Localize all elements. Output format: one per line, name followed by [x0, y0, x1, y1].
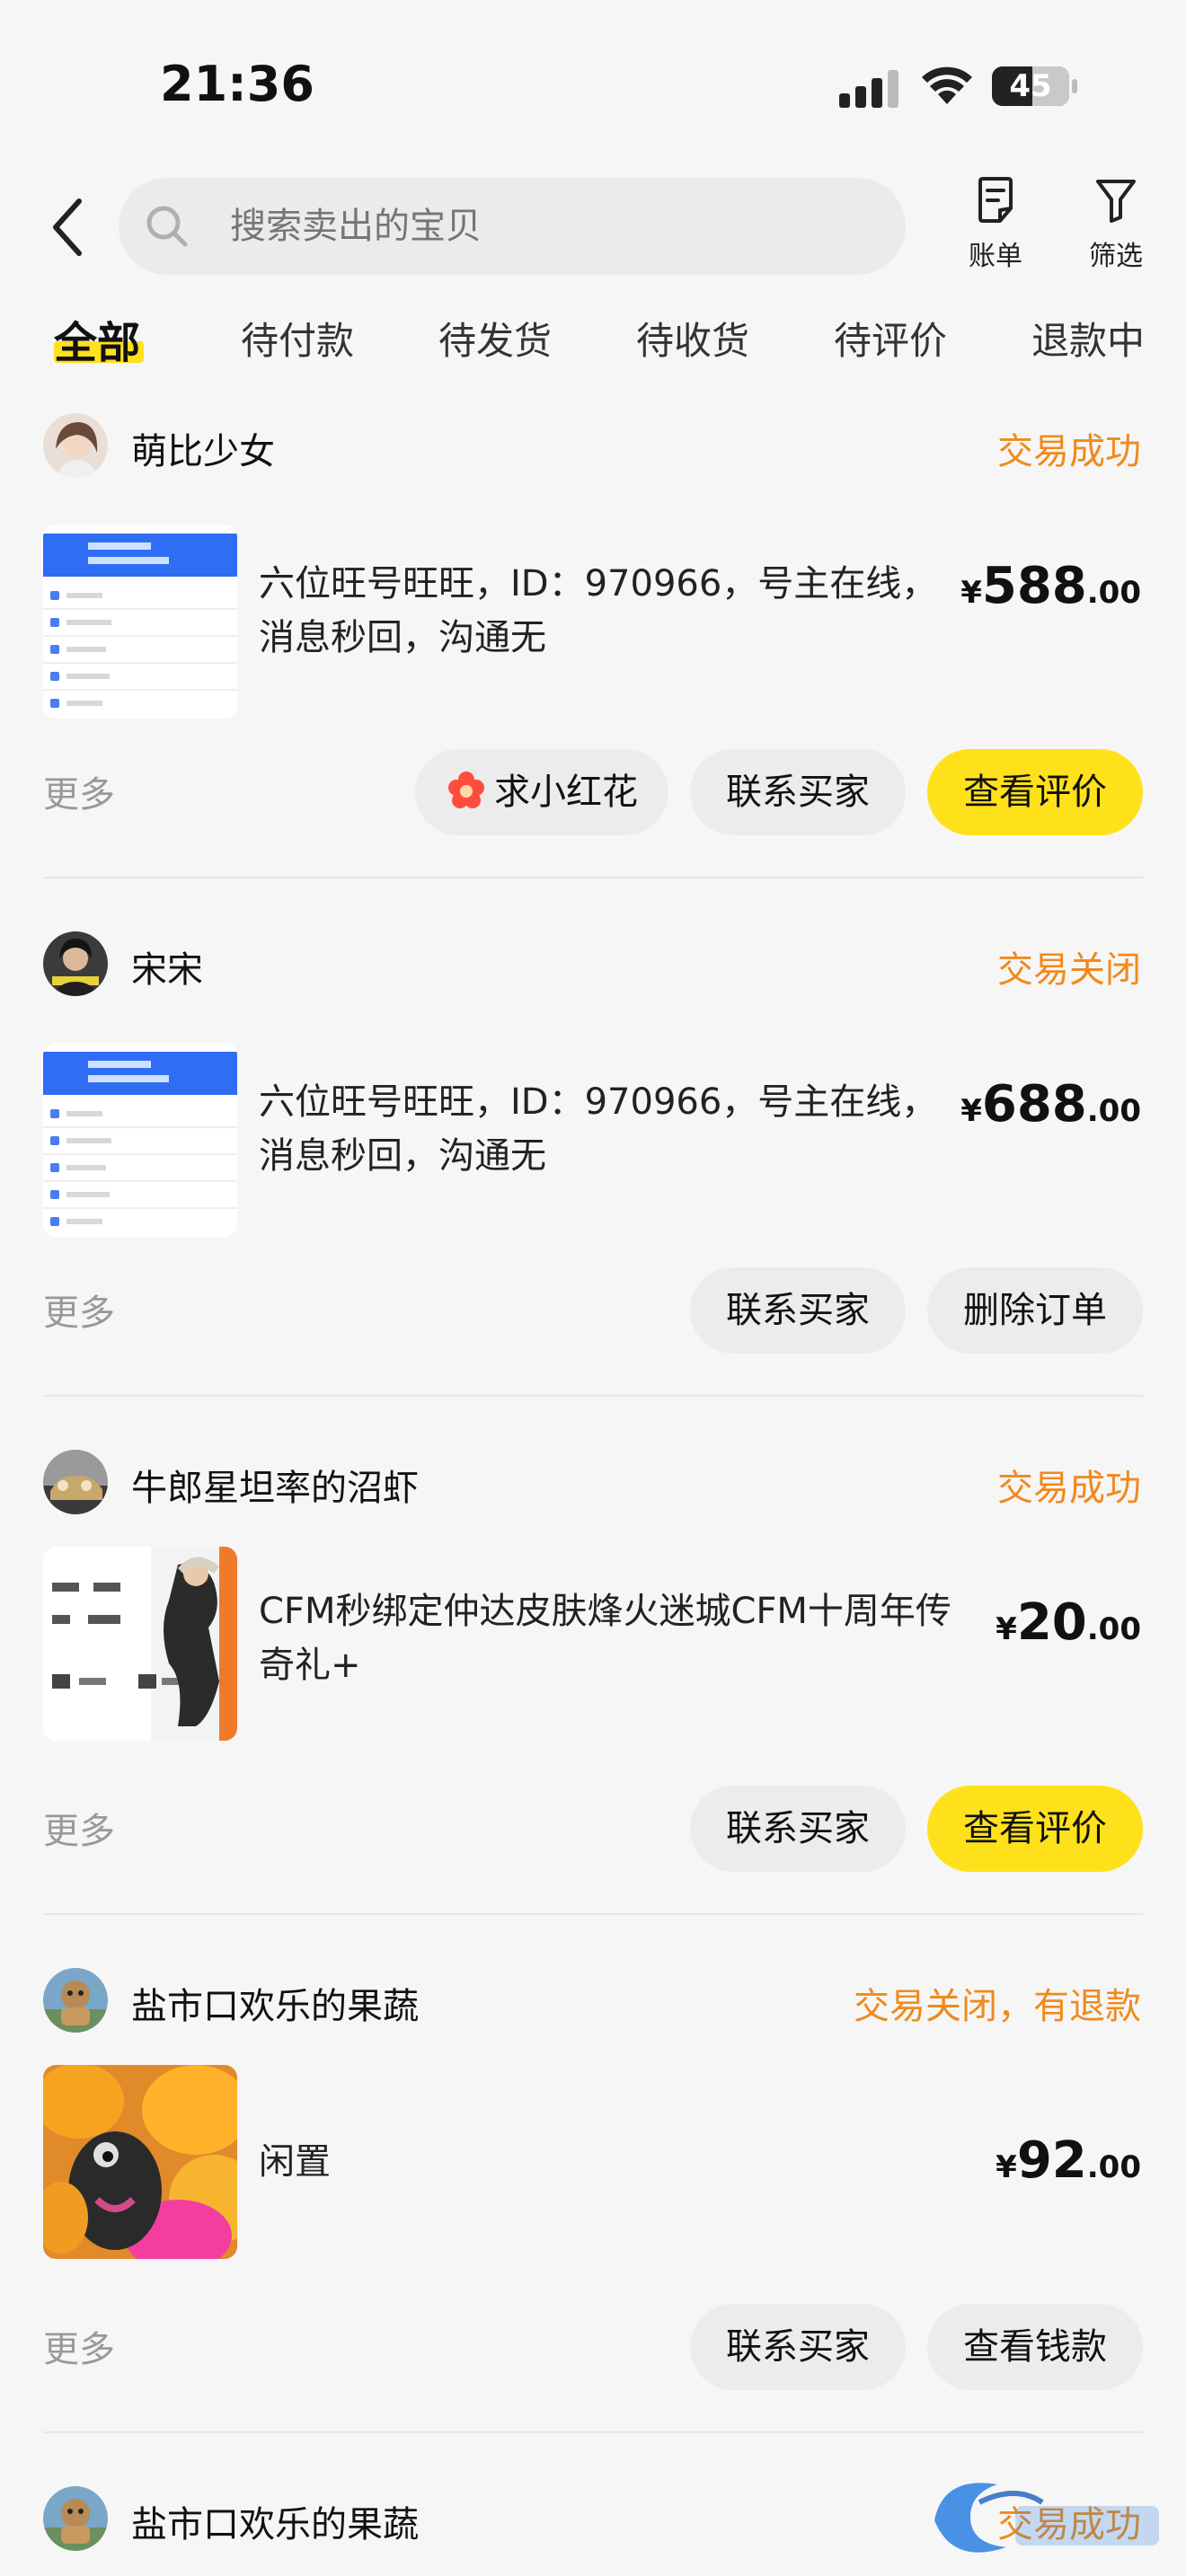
buyer-name: 萌比少女: [131, 431, 275, 472]
card-divider: [43, 1913, 1143, 1915]
price-decimal: .00: [1086, 1611, 1141, 1647]
item-price: ¥20.00: [996, 1593, 1141, 1652]
price-currency: ¥: [996, 1611, 1017, 1647]
tab-pending-receipt[interactable]: 待收货: [636, 311, 749, 366]
item-title[interactable]: 六位旺号旺旺，ID：970966，号主在线，消息秒回，沟通无: [259, 557, 960, 665]
tab-refunding[interactable]: 退款中: [1031, 311, 1145, 366]
item-title[interactable]: 六位旺号旺旺，ID：970966，号主在线，消息秒回，沟通无: [259, 1075, 960, 1183]
ask-flower-label: 求小红花: [494, 772, 638, 813]
price-integer: 20: [1016, 1593, 1087, 1652]
bill-button[interactable]: 账单: [951, 176, 1040, 282]
red-flower-icon: [448, 772, 484, 808]
back-arrow-icon[interactable]: [47, 196, 90, 259]
delete-order-button[interactable]: 删除订单: [927, 1267, 1143, 1354]
price-currency: ¥: [960, 1093, 982, 1129]
price-currency: ¥: [960, 575, 982, 611]
more-link[interactable]: 更多: [43, 2320, 115, 2372]
more-link[interactable]: 更多: [43, 765, 115, 817]
buyer-avatar: [43, 413, 108, 478]
tab-pending-payment[interactable]: 待付款: [241, 311, 354, 366]
buyer-avatar: [43, 1968, 108, 2033]
contact-buyer-button[interactable]: 联系买家: [690, 1267, 906, 1354]
tab-pending-shipment[interactable]: 待发货: [438, 311, 552, 366]
buyer-avatar: [43, 931, 108, 996]
more-link[interactable]: 更多: [43, 1284, 115, 1336]
buyer-name: 盐市口欢乐的果蔬: [131, 2504, 419, 2545]
status-bar: 21:36 45: [0, 0, 1186, 171]
view-review-button[interactable]: 查看评价: [927, 749, 1143, 835]
item-price: ¥688.00: [960, 1075, 1141, 1134]
card-divider: [43, 877, 1143, 878]
more-link[interactable]: 更多: [43, 1802, 115, 1854]
filter-label: 筛选: [1089, 241, 1143, 272]
order-tabs: 全部 待付款 待发货 待收货 待评价 退款中: [0, 311, 1186, 383]
search-input[interactable]: [230, 178, 877, 275]
price-currency: ¥: [996, 2149, 1017, 2185]
battery-icon: 45: [992, 66, 1069, 106]
search-bar[interactable]: [119, 178, 906, 275]
item-title[interactable]: 闲置: [259, 2135, 960, 2189]
buyer-avatar: [43, 2486, 108, 2551]
order-status: 交易关闭: [997, 949, 1141, 991]
order-status: 交易成功: [997, 1468, 1141, 1509]
price-integer: 588: [981, 557, 1087, 615]
item-price: ¥92.00: [996, 2131, 1141, 2190]
item-thumbnail[interactable]: [43, 2065, 237, 2259]
status-time: 21:36: [160, 56, 314, 112]
battery-level: 45: [1009, 68, 1052, 104]
price-integer: 688: [981, 1075, 1087, 1134]
order-status: 交易成功: [997, 431, 1141, 472]
filter-button[interactable]: 筛选: [1071, 176, 1161, 282]
ask-flower-button[interactable]: 求小红花: [415, 749, 668, 835]
contact-buyer-button[interactable]: 联系买家: [690, 2304, 906, 2390]
buyer-name: 牛郎星坦率的沼虾: [131, 1468, 419, 1509]
buyer-name: 宋宋: [131, 949, 203, 991]
search-icon: [146, 206, 188, 247]
order-status: 交易关闭，有退款: [854, 1986, 1141, 2027]
contact-buyer-button[interactable]: 联系买家: [690, 749, 906, 835]
price-integer: 92: [1016, 2131, 1087, 2190]
bill-icon: [978, 177, 1013, 223]
battery-cap: [1072, 79, 1077, 93]
tab-pending-review[interactable]: 待评价: [834, 311, 947, 366]
item-thumbnail[interactable]: [43, 525, 237, 719]
price-decimal: .00: [1086, 1093, 1141, 1129]
view-payment-button[interactable]: 查看钱款: [927, 2304, 1143, 2390]
card-divider: [43, 1395, 1143, 1397]
item-title[interactable]: CFM秒绑定仲达皮肤烽火迷城CFM十周年传奇礼+: [259, 1584, 978, 1692]
bill-label: 账单: [969, 241, 1022, 272]
item-price: ¥588.00: [960, 557, 1141, 615]
view-review-button[interactable]: 查看评价: [927, 1786, 1143, 1872]
buyer-name: 盐市口欢乐的果蔬: [131, 1986, 419, 2027]
card-divider: [43, 2431, 1143, 2433]
cellular-signal-icon: [839, 70, 898, 108]
watermark-logo: [934, 2483, 1159, 2553]
filter-icon: [1096, 180, 1136, 223]
contact-buyer-button[interactable]: 联系买家: [690, 1786, 906, 1872]
buyer-avatar: [43, 1450, 108, 1514]
wifi-icon: [922, 66, 972, 104]
item-thumbnail[interactable]: [43, 1547, 237, 1741]
tab-all[interactable]: 全部: [54, 307, 140, 370]
price-decimal: .00: [1086, 2149, 1141, 2185]
price-decimal: .00: [1086, 575, 1141, 611]
item-thumbnail[interactable]: [43, 1043, 237, 1237]
